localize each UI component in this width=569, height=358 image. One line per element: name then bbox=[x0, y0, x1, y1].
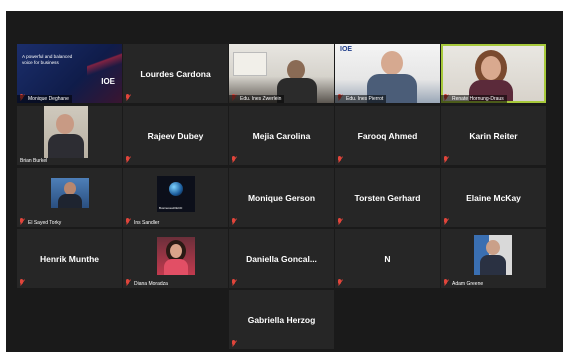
participant-tile-9[interactable]: Farooq Ahmed bbox=[335, 106, 440, 165]
participant-thumbnail bbox=[51, 178, 89, 208]
shared-slide-logo: IOE bbox=[101, 77, 115, 86]
participant-tile-21[interactable]: Gabriella Herzog bbox=[229, 290, 334, 349]
participant-name: Torsten Gerhard bbox=[354, 192, 421, 203]
muted-mic-icon bbox=[231, 279, 237, 286]
participant-tile-13[interactable]: Monique Gerson bbox=[229, 168, 334, 227]
participant-label: Edu. Ines Pierrot bbox=[335, 95, 387, 103]
participant-label: El Sayed Torky bbox=[28, 220, 62, 226]
participant-thumbnail bbox=[474, 235, 512, 275]
participant-label: Edu. Ines Zwerlein bbox=[229, 95, 285, 103]
participant-name: Farooq Ahmed bbox=[357, 130, 418, 141]
participant-name: Daniella Goncal... bbox=[246, 253, 317, 264]
participant-name: Karin Reiter bbox=[469, 130, 518, 141]
participant-thumbnail: BusinessatOECD bbox=[157, 176, 195, 212]
participant-name: Elaine McKay bbox=[466, 192, 521, 203]
shared-slide-text: A powerful and balanced voice for busine… bbox=[22, 54, 73, 65]
muted-mic-icon bbox=[125, 156, 131, 163]
muted-mic-icon bbox=[337, 156, 343, 163]
muted-mic-icon bbox=[125, 94, 131, 101]
participant-label: Diana Moradza bbox=[134, 281, 168, 287]
participant-name: Mejia Carolina bbox=[252, 130, 311, 141]
participant-tile-5[interactable]: Renate Hornung-Draus bbox=[441, 44, 546, 103]
muted-mic-icon bbox=[443, 156, 449, 163]
muted-mic-icon bbox=[231, 340, 237, 347]
muted-mic-icon bbox=[443, 218, 449, 225]
participant-tile-15[interactable]: Elaine McKay bbox=[441, 168, 546, 227]
muted-mic-icon bbox=[19, 279, 25, 286]
participant-tile-12[interactable]: BusinessatOECD Ins Sandler bbox=[123, 168, 228, 227]
person-head bbox=[486, 240, 500, 255]
background-logo: IOE bbox=[340, 46, 353, 53]
muted-mic-icon bbox=[231, 218, 237, 225]
participant-tile-20[interactable]: Adam Greene bbox=[441, 229, 546, 288]
participant-tile-6[interactable]: Brian Burkel bbox=[17, 106, 122, 165]
person-body bbox=[480, 255, 506, 275]
poster-background bbox=[233, 52, 267, 76]
muted-mic-icon bbox=[231, 156, 237, 163]
person-head bbox=[56, 114, 74, 134]
participant-tile-14[interactable]: Torsten Gerhard bbox=[335, 168, 440, 227]
participant-tile-19[interactable]: N bbox=[335, 229, 440, 288]
participant-tile-10[interactable]: Karin Reiter bbox=[441, 106, 546, 165]
participant-label: Brian Burkel bbox=[20, 158, 48, 164]
participant-tile-2[interactable]: Lourdes Cardona bbox=[123, 44, 228, 103]
participant-thumbnail bbox=[157, 237, 195, 275]
participant-name: Henrik Munthe bbox=[39, 253, 100, 264]
participant-video bbox=[443, 46, 544, 101]
participant-tile-11[interactable]: El Sayed Torky bbox=[17, 168, 122, 227]
person-head bbox=[170, 244, 182, 258]
person-head bbox=[481, 56, 501, 80]
participant-label: Ins Sandler bbox=[134, 220, 160, 226]
participant-name: N bbox=[384, 253, 391, 264]
person-head bbox=[287, 60, 305, 80]
participant-tile-16[interactable]: Henrik Munthe bbox=[17, 229, 122, 288]
participant-label: Monique Deghane bbox=[17, 95, 72, 103]
muted-mic-icon bbox=[337, 218, 343, 225]
person-body bbox=[58, 194, 82, 208]
participant-tile-7[interactable]: Rajeev Dubey bbox=[123, 106, 228, 165]
participant-tile-3[interactable]: Edu. Ines Zwerlein bbox=[229, 44, 334, 103]
participant-label: Renate Hornung-Draus bbox=[441, 95, 507, 103]
participant-tile-4[interactable]: IOE Edu. Ines Pierrot bbox=[335, 44, 440, 103]
slide-decoration bbox=[87, 44, 122, 103]
person-head bbox=[381, 51, 403, 75]
participant-tile-17[interactable]: Diana Moradza bbox=[123, 229, 228, 288]
muted-mic-icon bbox=[337, 279, 343, 286]
participant-name: Rajeev Dubey bbox=[147, 130, 204, 141]
participant-name: Gabriella Herzog bbox=[247, 314, 316, 325]
participant-tile-18[interactable]: Daniella Goncal... bbox=[229, 229, 334, 288]
participant-name: Lourdes Cardona bbox=[140, 68, 211, 79]
oecd-logo-shape bbox=[169, 182, 183, 196]
participant-tile-1[interactable]: A powerful and balanced voice for busine… bbox=[17, 44, 122, 103]
person-body bbox=[164, 259, 188, 275]
person-body bbox=[48, 134, 84, 158]
participant-tile-8[interactable]: Mejia Carolina bbox=[229, 106, 334, 165]
thumbnail-caption: BusinessatOECD bbox=[159, 206, 183, 210]
participant-name: Monique Gerson bbox=[247, 192, 316, 203]
meeting-window: A powerful and balanced voice for busine… bbox=[6, 11, 563, 352]
participant-label: Adam Greene bbox=[452, 281, 484, 287]
participant-thumbnail bbox=[44, 106, 88, 158]
